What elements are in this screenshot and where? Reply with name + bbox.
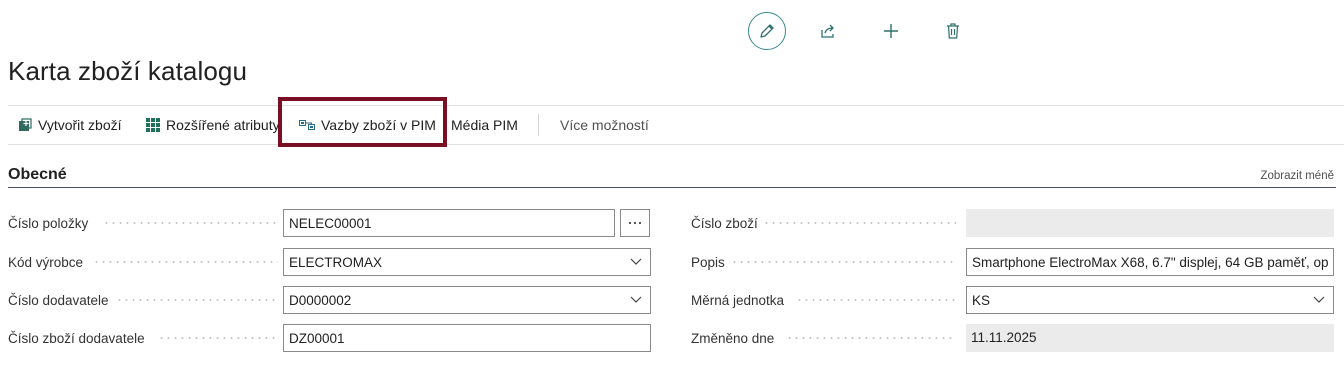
more-options-action[interactable]: Více možností <box>560 106 649 144</box>
show-less-link[interactable]: Zobrazit méně <box>1260 170 1334 182</box>
ellipsis-icon <box>628 221 642 225</box>
item-no-input[interactable]: NELEC00001 <box>283 209 615 237</box>
unit-of-measure-select[interactable]: KS <box>966 286 1334 314</box>
extended-attributes-action[interactable]: Rozšířené atributy <box>146 106 280 144</box>
links-icon <box>299 119 315 131</box>
chevron-down-icon <box>1313 296 1325 303</box>
create-item-label: Vytvořit zboží <box>38 117 122 133</box>
description-input[interactable]: Smartphone ElectroMax X68, 6.7" displej,… <box>966 248 1334 276</box>
pencil-icon <box>760 24 774 38</box>
field-label: Měrná jednotka <box>691 293 785 308</box>
share-icon <box>821 24 834 38</box>
action-separator <box>538 114 539 136</box>
more-options-label: Více možností <box>560 117 649 133</box>
field-manufacturer-code: Kód výrobce ELECTROMAX <box>8 248 652 276</box>
field-item-no: Číslo položky NELEC00001 <box>8 209 652 237</box>
delete-button[interactable] <box>934 12 972 50</box>
select-value: ELECTROMAX <box>289 255 383 270</box>
field-label: Číslo zboží dodavatele <box>8 331 145 346</box>
label-dots <box>731 261 956 263</box>
vendor-item-no-input[interactable]: DZ00001 <box>283 324 651 352</box>
grid-icon <box>146 118 160 132</box>
vendor-no-select[interactable]: D0000002 <box>283 286 651 314</box>
assist-edit-button[interactable] <box>620 209 650 237</box>
field-vendor-no: Číslo dodavatele D0000002 <box>8 286 652 314</box>
share-button[interactable] <box>809 12 847 50</box>
manufacturer-code-select[interactable]: ELECTROMAX <box>283 248 651 276</box>
label-dots <box>103 222 278 224</box>
edit-button[interactable] <box>748 12 786 50</box>
new-button[interactable] <box>872 12 910 50</box>
create-item-action[interactable]: Vytvořit zboží <box>18 106 122 144</box>
select-value: D0000002 <box>289 293 352 308</box>
field-label: Číslo položky <box>8 216 89 231</box>
chevron-down-icon <box>630 296 642 303</box>
field-label: Kód výrobce <box>8 255 84 270</box>
label-dots <box>786 337 956 339</box>
field-modified-date: Změněno dne 11.11.2025 <box>691 324 1336 352</box>
page-title: Karta zboží katalogu <box>8 56 248 86</box>
pim-links-label: Vazby zboží v PIM <box>321 117 436 133</box>
pim-media-action[interactable]: Média PIM <box>451 106 518 144</box>
section-divider <box>8 187 1336 188</box>
plus-icon <box>884 24 898 38</box>
field-description: Popis Smartphone ElectroMax X68, 6.7" di… <box>691 248 1336 276</box>
trash-icon <box>947 23 959 39</box>
select-value: KS <box>972 293 991 308</box>
field-label: Popis <box>691 255 725 270</box>
section-title: Obecné <box>8 166 67 183</box>
action-bar: Vytvořit zboží Rozšířené atributy Vazby … <box>8 105 1344 145</box>
field-label: Číslo zboží <box>691 216 758 231</box>
chevron-down-icon <box>630 258 642 265</box>
label-dots <box>763 222 956 224</box>
label-dots <box>158 337 278 339</box>
field-label: Změněno dne <box>691 331 775 346</box>
field-label: Číslo dodavatele <box>8 293 109 308</box>
field-vendor-item-no: Číslo zboží dodavatele DZ00001 <box>8 324 652 352</box>
pim-links-action[interactable]: Vazby zboží v PIM <box>299 106 436 144</box>
label-dots <box>116 299 278 301</box>
pim-media-label: Média PIM <box>451 117 518 133</box>
create-item-icon <box>18 118 32 132</box>
label-dots <box>796 299 956 301</box>
catalog-item-no-value <box>966 209 1334 237</box>
extended-attributes-label: Rozšířené atributy <box>166 117 280 133</box>
field-catalog-item-no: Číslo zboží <box>691 209 1336 237</box>
field-unit-of-measure: Měrná jednotka KS <box>691 286 1336 314</box>
modified-date-value: 11.11.2025 <box>966 324 1334 352</box>
label-dots <box>93 261 278 263</box>
